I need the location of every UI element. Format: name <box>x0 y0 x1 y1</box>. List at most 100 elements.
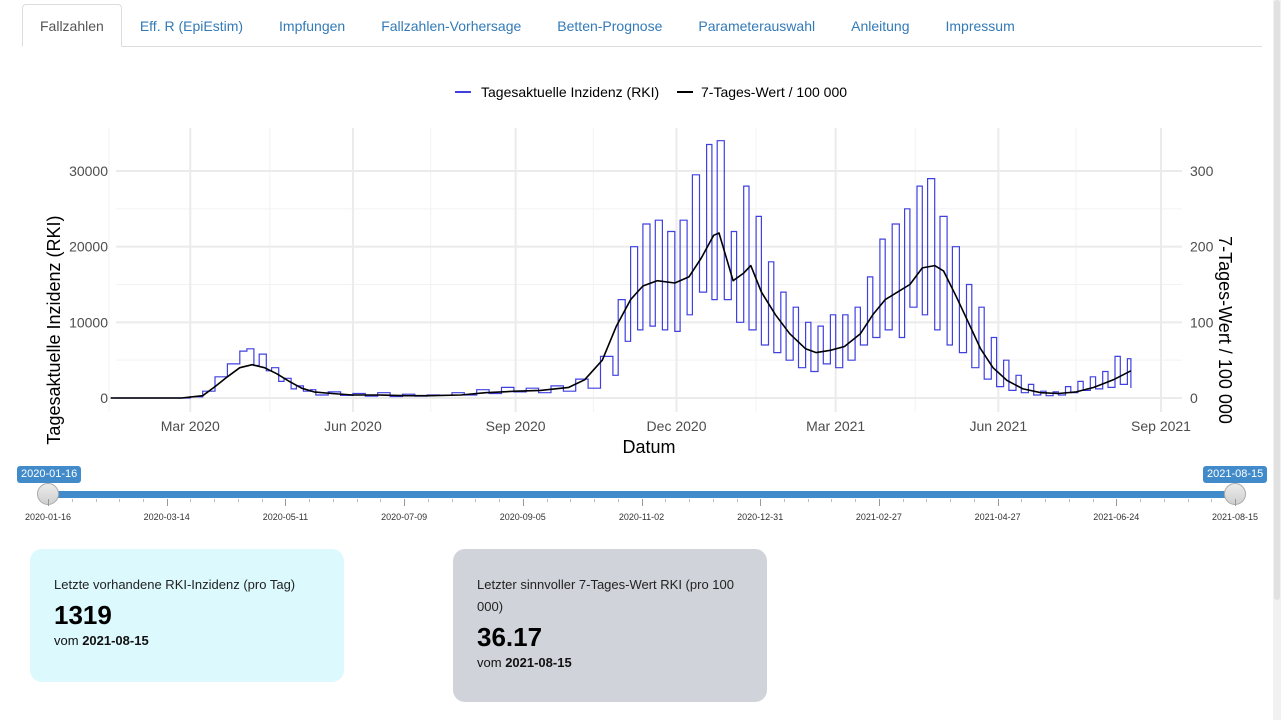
x-axis-title: Datum <box>622 437 675 457</box>
slider-minor-tick <box>1163 499 1165 502</box>
legend-label-7day: 7-Tages-Wert / 100 000 <box>701 84 847 100</box>
y-tick-label: 20000 <box>69 239 108 255</box>
slider-minor-tick <box>309 499 311 502</box>
slider-minor-tick <box>356 499 358 502</box>
slider-major-tick <box>997 499 999 506</box>
slider-tick-label: 2020-11-02 <box>618 512 665 522</box>
rki-box-date-prefix: vom <box>54 633 79 648</box>
x-tick-label: Sep 2020 <box>486 418 546 434</box>
slider-tick-label: 2020-03-14 <box>143 512 190 522</box>
slider-minor-tick <box>665 499 667 502</box>
y2-tick-label: 200 <box>1190 239 1214 255</box>
slider-minor-tick <box>1187 499 1189 502</box>
y2-tick-label: 100 <box>1190 314 1214 330</box>
slider-minor-tick <box>689 499 690 502</box>
slider-minor-tick <box>617 499 619 502</box>
tab-fallzahlen[interactable]: Fallzahlen <box>22 4 122 47</box>
slider-max-value: 2021-08-15 <box>1203 466 1268 483</box>
seven-day-box-date-line: vom 2021-08-15 <box>477 655 743 670</box>
tab-impfungen[interactable]: Impfungen <box>261 4 363 44</box>
slider-major-tick <box>285 499 287 506</box>
slider-minor-tick <box>71 499 73 502</box>
slider-minor-tick <box>427 499 429 502</box>
slider-major-tick <box>1116 499 1118 506</box>
x-tick-label: Sep 2021 <box>1131 418 1191 434</box>
chart-legend: Tagesaktuelle Inzidenz (RKI) 7-Tages-Wer… <box>455 84 847 100</box>
date-range-slider[interactable]: 2020-01-16 2021-08-15 2020-01-16 2020-03-… <box>0 462 1281 528</box>
legend-label-rki: Tagesaktuelle Inzidenz (RKI) <box>481 84 659 100</box>
slider-minor-tick <box>855 499 857 502</box>
slider-minor-tick <box>546 499 548 502</box>
slider-tick-label: 2021-04-27 <box>974 512 1021 522</box>
slider-major-tick <box>404 499 406 506</box>
slider-tick-label: 2021-06-24 <box>1093 512 1140 522</box>
slider-tick-label: 2020-05-11 <box>262 512 309 522</box>
tab-eff-r[interactable]: Eff. R (EpiEstim) <box>122 4 261 44</box>
slider-minor-tick <box>1045 499 1047 502</box>
slider-major-tick <box>878 499 880 506</box>
chart-grid <box>108 128 1182 412</box>
slider-major-tick <box>166 499 168 506</box>
seven-day-box-title: Letzter sinnvoller 7-Tages-Wert RKI (pro… <box>477 577 734 614</box>
slider-tick-label: 2021-08-15 <box>1211 512 1259 522</box>
tab-bar: Fallzahlen Eff. R (EpiEstim) Impfungen F… <box>22 4 1262 47</box>
slider-minor-tick <box>95 499 97 502</box>
incidence-chart: Tagesaktuelle Inzidenz (RKI) 7-Tages-Wer… <box>44 84 1235 457</box>
y2-axis-title: 7-Tages-Wert / 100 000 <box>1215 236 1235 424</box>
slider-minor-tick <box>451 499 453 502</box>
x-tick-label: Jun 2020 <box>324 418 382 434</box>
seven-day-box-value: 36.17 <box>477 622 543 652</box>
slider-minor-tick <box>712 499 714 502</box>
x-tick-label: Mar 2021 <box>806 418 865 434</box>
tab-parameterauswahl[interactable]: Parameterauswahl <box>680 4 833 44</box>
tab-anleitung[interactable]: Anleitung <box>833 4 927 44</box>
slider-tick-label: 2020-07-09 <box>381 512 428 522</box>
slider-tick-label: 2020-01-16 <box>24 512 72 522</box>
rki-box-date-line: vom 2021-08-15 <box>54 633 320 648</box>
tab-fallzahlen-vorhersage[interactable]: Fallzahlen-Vorhersage <box>363 4 539 44</box>
slider-min-value: 2020-01-16 <box>17 466 82 483</box>
slider-minor-tick <box>214 499 216 502</box>
y2-tick-label: 0 <box>1190 390 1198 406</box>
slider-tick-label: 2020-12-31 <box>737 512 784 522</box>
y-tick-label: 0 <box>100 390 108 406</box>
slider-minor-tick <box>190 499 192 502</box>
tab-betten-prognose[interactable]: Betten-Prognose <box>539 4 680 44</box>
slider-minor-tick <box>1021 499 1023 502</box>
y2-tick-label: 300 <box>1190 163 1214 179</box>
slider-tick-label: 2020-09-05 <box>499 512 546 522</box>
slider-minor-tick <box>380 499 382 502</box>
slider-minor-tick <box>143 499 144 502</box>
y-axis-title: Tagesaktuelle Inzidenz (RKI) <box>44 215 64 444</box>
slider-minor-tick <box>1068 499 1070 502</box>
rki-box-title: Letzte vorhandene RKI-Inzidenz (pro Tag) <box>54 577 296 592</box>
slider-major-tick <box>1235 499 1236 506</box>
y-tick-label: 30000 <box>69 163 108 179</box>
slider-minor-tick <box>332 499 334 502</box>
slider-minor-tick <box>926 499 928 502</box>
slider-major-tick <box>641 499 643 506</box>
slider-minor-tick <box>783 499 785 502</box>
slider-minor-tick <box>1140 499 1141 502</box>
x-tick-label: Mar 2020 <box>161 418 220 434</box>
slider-minor-tick <box>950 499 952 502</box>
slider-minor-tick <box>902 499 904 502</box>
seven-day-box-date-prefix: vom <box>477 655 502 670</box>
slider-minor-tick <box>831 499 833 502</box>
slider-minor-tick <box>736 499 738 502</box>
slider-minor-tick <box>499 499 501 502</box>
slider-major-tick <box>760 499 762 506</box>
slider-minor-tick <box>973 499 975 502</box>
slider-major-tick <box>48 499 49 506</box>
slider-major-tick <box>522 499 524 506</box>
seven-day-box-date: 2021-08-15 <box>505 655 572 670</box>
slider-minor-tick <box>261 499 263 502</box>
rki-box-date: 2021-08-15 <box>82 633 149 648</box>
slider-minor-tick <box>570 499 572 502</box>
tab-impressum[interactable]: Impressum <box>928 4 1033 44</box>
slider-track[interactable] <box>48 491 1235 498</box>
slider-minor-tick <box>1211 499 1213 502</box>
slider-minor-tick <box>594 499 595 502</box>
slider-minor-tick <box>119 499 121 502</box>
slider-minor-tick <box>807 499 809 502</box>
